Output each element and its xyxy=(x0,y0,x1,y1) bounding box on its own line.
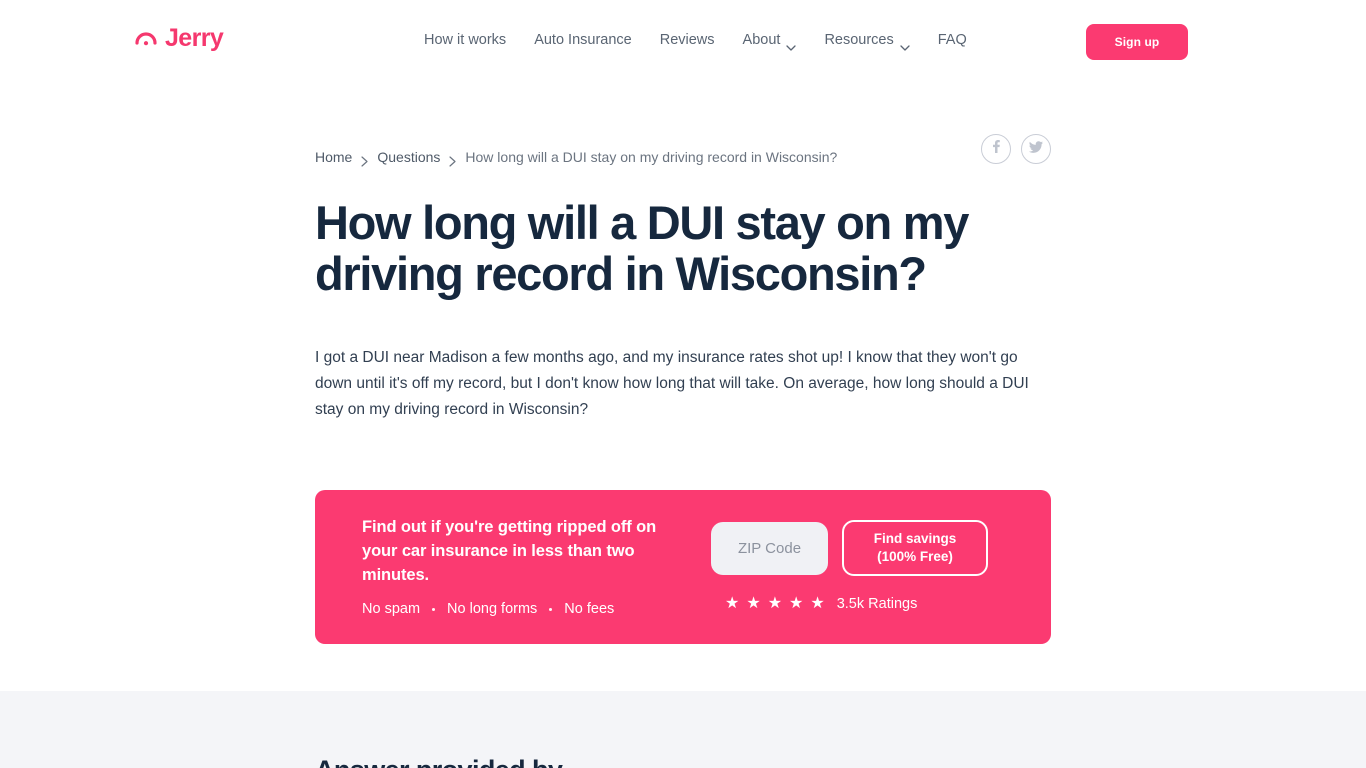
chevron-right-icon xyxy=(449,152,457,167)
article-column: Home Questions How long will a DUI stay … xyxy=(315,134,1051,423)
site-header: Jerry How it works Auto Insurance Review… xyxy=(0,0,1366,82)
nav-label: Auto Insurance xyxy=(534,32,632,48)
breadcrumb-row: Home Questions How long will a DUI stay … xyxy=(315,134,1051,168)
share-icons xyxy=(981,134,1051,164)
twitter-icon xyxy=(1028,139,1044,160)
sign-up-button[interactable]: Sign up xyxy=(1086,24,1188,60)
nav-label: How it works xyxy=(424,32,507,48)
cta-form-area: Find savings (100% Free) ★ ★ ★ ★ ★ 3.5k … xyxy=(707,520,988,614)
chevron-down-icon xyxy=(786,37,797,51)
cta-form: Find savings (100% Free) xyxy=(711,520,988,576)
nav-item-reviews[interactable]: Reviews xyxy=(660,30,715,50)
breadcrumb-item-home[interactable]: Home xyxy=(315,147,352,167)
zip-code-input[interactable] xyxy=(711,521,828,575)
jerry-logo-text: Jerry xyxy=(165,24,224,52)
find-savings-button[interactable]: Find savings (100% Free) xyxy=(842,520,988,576)
rating-count-label: 3.5k Ratings xyxy=(836,596,918,612)
perk-separator-dot xyxy=(432,607,436,611)
answer-section: Answer provided by xyxy=(0,691,1366,768)
chevron-down-icon xyxy=(900,37,910,51)
facebook-icon xyxy=(988,139,1004,160)
nav-item-about[interactable]: About xyxy=(742,30,797,51)
breadcrumb-item-questions[interactable]: Questions xyxy=(377,147,440,167)
nav-label: FAQ xyxy=(937,32,967,48)
cta-copy: Find out if you're getting ripped off on… xyxy=(315,515,707,619)
cta-perk-no-fees: No fees xyxy=(564,601,615,617)
question-body: I got a DUI near Madison a few months ag… xyxy=(315,349,1029,418)
rating-row: ★ ★ ★ ★ ★ 3.5k Ratings xyxy=(725,594,917,614)
star-icon: ★ xyxy=(810,595,825,612)
breadcrumb-item-current: How long will a DUI stay on my driving r… xyxy=(465,149,838,165)
cta-perk-no-long-forms: No long forms xyxy=(447,601,538,617)
perk-separator-dot xyxy=(549,607,553,611)
jerry-logo[interactable]: Jerry xyxy=(134,24,224,52)
chevron-right-icon xyxy=(361,152,368,167)
find-savings-label-line1: Find savings xyxy=(873,531,957,546)
nav-label: Resources xyxy=(824,32,894,48)
main-content: Home Questions How long will a DUI stay … xyxy=(0,82,1366,691)
find-savings-label-line2: (100% Free) xyxy=(877,549,953,564)
cta-perk-no-spam: No spam xyxy=(362,601,421,617)
cta-perks: No spam No long forms No fees xyxy=(362,599,707,619)
nav-label: About xyxy=(742,32,781,48)
primary-nav: How it works Auto Insurance Reviews Abou… xyxy=(424,30,967,51)
cta-headline: Find out if you're getting ripped off on… xyxy=(362,518,657,584)
savings-cta-banner: Find out if you're getting ripped off on… xyxy=(315,490,1051,644)
star-icon: ★ xyxy=(789,595,804,612)
share-facebook-button[interactable] xyxy=(981,134,1011,164)
star-icon: ★ xyxy=(725,595,740,612)
star-icon: ★ xyxy=(746,595,761,612)
nav-item-how-it-works[interactable]: How it works xyxy=(424,30,506,50)
breadcrumb: Home Questions How long will a DUI stay … xyxy=(315,147,837,167)
star-rating: ★ ★ ★ ★ ★ xyxy=(725,596,825,612)
nav-label: Reviews xyxy=(659,32,715,48)
nav-item-faq[interactable]: FAQ xyxy=(938,30,967,50)
jerry-arc-icon xyxy=(134,27,158,51)
nav-item-auto-insurance[interactable]: Auto Insurance xyxy=(534,30,632,50)
page-title: How long will a DUI stay on my driving r… xyxy=(315,196,969,300)
share-twitter-button[interactable] xyxy=(1021,134,1051,164)
star-icon: ★ xyxy=(767,595,783,612)
nav-item-resources[interactable]: Resources xyxy=(824,30,910,51)
answer-provided-by-heading: Answer provided by xyxy=(315,755,563,768)
